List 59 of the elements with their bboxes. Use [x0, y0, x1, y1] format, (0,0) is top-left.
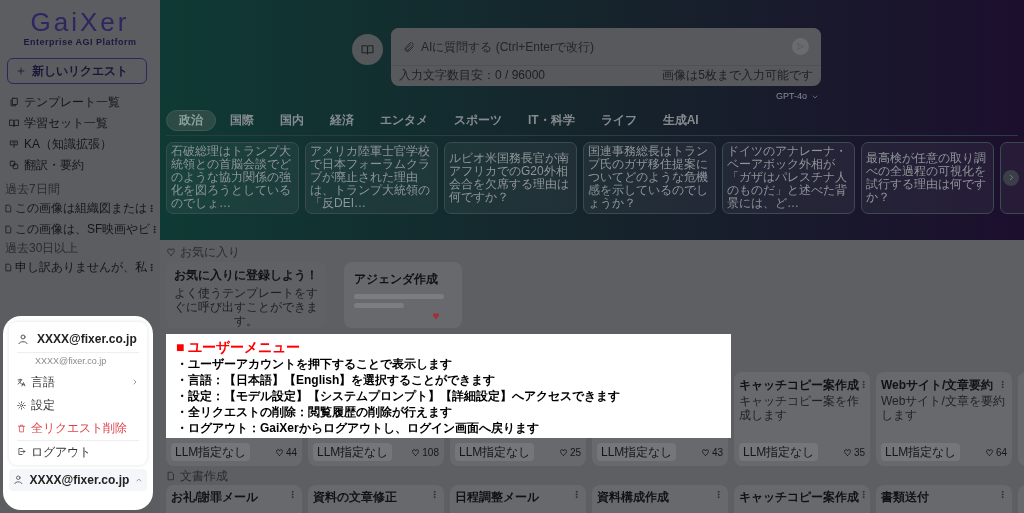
history-item[interactable]: この画像は組織図または — [15, 199, 147, 217]
like-button[interactable]: 25 — [558, 444, 581, 460]
annotation-line: ・設定：【モデル設定】【システムプロンプト】【詳細設定】へアクセスできます — [176, 388, 621, 404]
menu-item[interactable]: 全リクエスト削除 — [17, 416, 139, 440]
history-item[interactable]: この画像は、SF映画やビ — [15, 220, 151, 238]
llm-tag: LLM指定なし — [313, 443, 393, 461]
news-question-card[interactable]: ルビオ米国務長官が南アフリカでのG20外相会合を欠席する理由は何ですか？ — [444, 141, 577, 214]
like-button[interactable]: 35 — [842, 444, 865, 460]
logo-wordmark: GaiXer — [30, 8, 130, 36]
news-question-card[interactable]: アメリカ陸軍士官学校で日本フォーラムクラブが廃止された理由は、トランプ大統領の「反DEI… — [305, 141, 438, 214]
account-button[interactable]: XXXX@fixer.co.jp — [9, 468, 147, 491]
annotation-title: ■ ユーザーメニュー — [176, 338, 302, 356]
new-request-button[interactable]: 新しいリクエスト — [7, 57, 147, 84]
card-title: 日程調整メール — [455, 489, 539, 506]
category-tab[interactable]: IT・科学 — [516, 109, 587, 131]
nav-item[interactable]: 翻訳・要約 — [3, 154, 157, 176]
category-tab[interactable]: 経済 — [318, 109, 366, 131]
category-tab[interactable]: 国際 — [218, 109, 266, 131]
category-tab[interactable]: ライフ — [588, 109, 649, 131]
annotation-line: ・ログアウト：GaiXerからログアウトし、ログイン画面へ戻ります — [176, 420, 540, 436]
category-tab[interactable]: 生成AI — [650, 109, 711, 131]
like-button[interactable]: 44 — [274, 444, 297, 460]
menu-item[interactable]: 設定 — [17, 393, 139, 417]
news-question-card[interactable]: 石破総理はトランプ大統領との首脳会談でどのような協力関係の強化を図ろうとしているのでしょ… — [166, 141, 299, 214]
card-description: Webサイト/文章を要約します — [881, 394, 1006, 422]
category-tab[interactable]: 政治 — [166, 109, 216, 131]
empty-title: お気に入りに登録しよう！ — [174, 267, 318, 284]
llm-tag: LLM指定なし — [171, 443, 251, 461]
category-tab[interactable]: スポーツ — [442, 109, 514, 131]
annotation-line: ・ユーザーアカウントを押下することで表示します — [176, 356, 453, 372]
card-title: Webサイト/文章要約 — [881, 376, 994, 394]
category-tab[interactable]: エンタメ — [368, 109, 440, 131]
card-description: キャッチコピー案を作成します — [739, 394, 860, 422]
news-question-card[interactable]: ドイツのアナレーナ・ベーアボック外相が「ガザはパレスチナ人のものだ」と述べた背景には、ど… — [722, 141, 855, 214]
model-selector[interactable]: GPT-4o — [776, 90, 819, 104]
annotation-line: ・全リクエストの削除：閲覧履歴の削除が行えます — [176, 404, 453, 420]
user-name: XXXX@fixer.co.jp — [37, 331, 137, 348]
llm-tag: LLM指定なし — [455, 443, 535, 461]
like-button[interactable]: 64 — [984, 444, 1007, 460]
card-title: 資料の文章修正 — [313, 489, 397, 506]
nav-item[interactable]: KA（知識拡張） — [3, 133, 157, 155]
card-title: キャッチコピー案作成 — [739, 489, 859, 506]
logo-tagline: Enterprise AGI Platform — [23, 36, 137, 49]
llm-tag: LLM指定なし — [881, 443, 961, 461]
user-email: XXXX@fixer.co.jp — [34, 355, 108, 368]
menu-item[interactable]: 言語 — [17, 370, 139, 394]
llm-tag: LLM指定なし — [597, 443, 677, 461]
card-title: アジェンダ作成 — [354, 271, 439, 288]
news-question-card[interactable]: 国連事務総長はトランプ氏のガザ移住提案についてどのような危機感を示しているのでしょうか？ — [583, 141, 716, 214]
like-button[interactable]: 43 — [700, 444, 723, 460]
card-title: 書類送付 — [881, 489, 929, 506]
like-button[interactable]: 108 — [411, 444, 439, 460]
news-question-card[interactable]: 最高検が任意の取り調べの全過程の可視化を試行する理由は何ですか？ — [861, 141, 994, 214]
llm-tag: LLM指定なし — [739, 443, 819, 461]
card-title: キャッチコピー案作成 — [739, 376, 859, 394]
category-tab[interactable]: 国内 — [268, 109, 316, 131]
card-title: お礼/謝罪メール — [171, 489, 259, 506]
annotation-line: ・言語：【日本語】【English】を選択することができます — [176, 372, 497, 388]
card-title: 資料構成作成 — [597, 489, 669, 506]
